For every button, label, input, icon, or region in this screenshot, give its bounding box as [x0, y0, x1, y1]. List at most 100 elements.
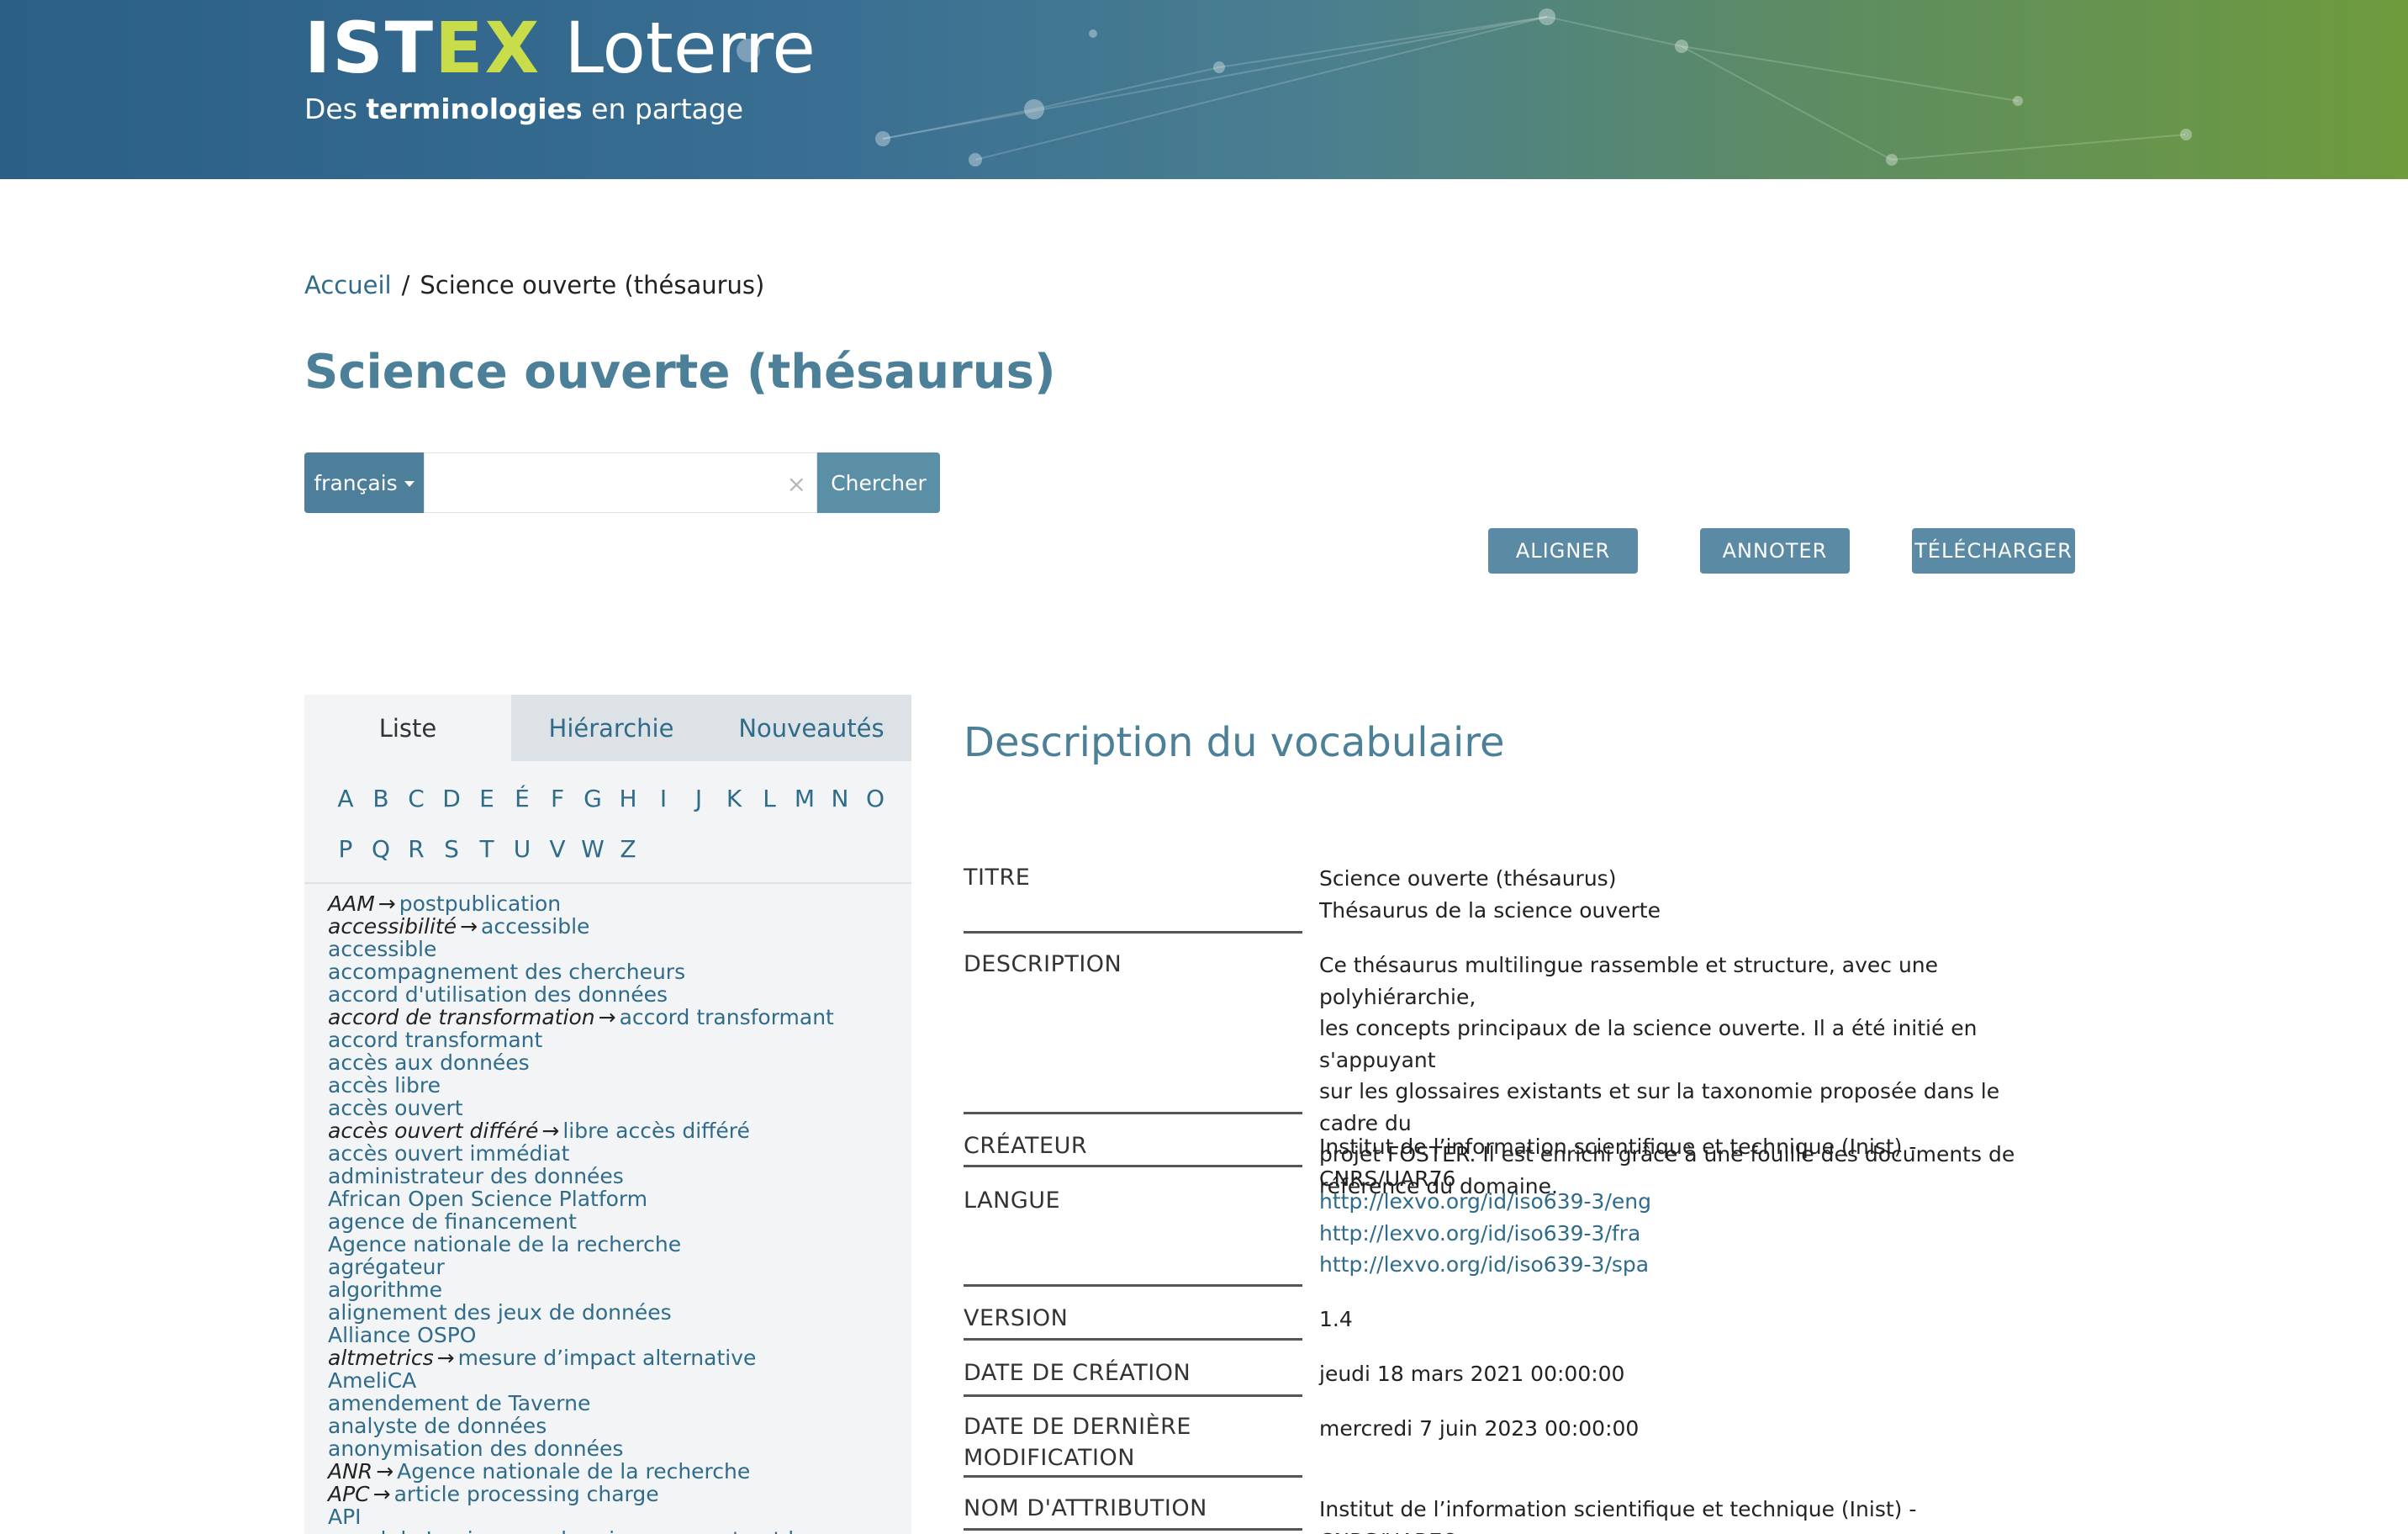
- letter-link[interactable]: Q: [363, 835, 399, 863]
- term-link[interactable]: accessible: [481, 914, 589, 939]
- breadcrumb-current: Science ouverte (thésaurus): [420, 271, 765, 299]
- term-link[interactable]: administrateur des données: [328, 1164, 624, 1188]
- download-button[interactable]: TÉLÉCHARGER: [1912, 528, 2075, 574]
- letter-link[interactable]: B: [363, 785, 399, 812]
- term-link[interactable]: API: [328, 1505, 362, 1529]
- term-link[interactable]: alignement des jeux de données: [328, 1300, 672, 1325]
- letter-link[interactable]: F: [540, 785, 575, 812]
- language-link-fra[interactable]: http://lexvo.org/id/iso639-3/fra: [1319, 1218, 2042, 1250]
- tab-liste[interactable]: Liste: [304, 695, 511, 761]
- letter-link[interactable]: N: [822, 785, 858, 812]
- property-divider: [964, 1475, 1302, 1478]
- align-button[interactable]: ALIGNER: [1488, 528, 1638, 574]
- term-link[interactable]: accès ouvert immédiat: [328, 1141, 569, 1166]
- arrow-right-icon: →: [598, 1005, 616, 1029]
- value-line: les concepts principaux de la science ou…: [1319, 1016, 1978, 1072]
- list-item: accès ouvert différé → libre accès différé: [328, 1119, 911, 1142]
- term-link[interactable]: amendement de Taverne: [328, 1391, 590, 1415]
- letter-link[interactable]: T: [469, 835, 504, 863]
- letter-link[interactable]: I: [646, 785, 681, 812]
- language-link-eng[interactable]: http://lexvo.org/id/iso639-3/eng: [1319, 1186, 2042, 1218]
- language-dropdown-label: français: [314, 470, 398, 495]
- term-link[interactable]: article processing charge: [394, 1482, 659, 1506]
- letter-link[interactable]: A: [328, 785, 363, 812]
- alphabet-row-1: ABCDEÉFGHIJKLMNO: [328, 773, 893, 823]
- letter-link[interactable]: J: [681, 785, 716, 812]
- tagline-post: en partage: [591, 93, 743, 125]
- term-link[interactable]: African Open Science Platform: [328, 1187, 647, 1211]
- letter-link[interactable]: É: [504, 785, 540, 812]
- property-value: Science ouverte (thésaurus) Thésaurus de…: [1319, 863, 2042, 926]
- breadcrumb-home-link[interactable]: Accueil: [304, 271, 392, 299]
- term-link[interactable]: accès libre: [328, 1073, 441, 1098]
- language-link-spa[interactable]: http://lexvo.org/id/iso639-3/spa: [1319, 1249, 2042, 1281]
- term-link[interactable]: agrégateur: [328, 1255, 445, 1279]
- caret-down-icon: [404, 481, 415, 487]
- letter-link[interactable]: C: [399, 785, 434, 812]
- term-link[interactable]: AmeliCA: [328, 1368, 416, 1393]
- letter-link[interactable]: D: [434, 785, 469, 812]
- term-link[interactable]: accompagnement des chercheurs: [328, 960, 685, 984]
- list-item: amendement de Taverne: [328, 1392, 911, 1415]
- arrow-right-icon: →: [460, 914, 478, 939]
- term-link[interactable]: mesure d’impact alternative: [458, 1346, 757, 1370]
- search-button[interactable]: Chercher: [817, 452, 940, 513]
- letter-link[interactable]: O: [858, 785, 893, 812]
- term-link[interactable]: accord d'utilisation des données: [328, 982, 668, 1007]
- property-divider: [964, 1338, 1302, 1341]
- letter-link[interactable]: K: [716, 785, 752, 812]
- list-item: accès libre: [328, 1074, 911, 1097]
- breadcrumb: Accueil / Science ouverte (thésaurus): [304, 271, 764, 299]
- term-link[interactable]: Alliance OSPO: [328, 1323, 476, 1347]
- letter-link[interactable]: R: [399, 835, 434, 863]
- tab-hierarchie[interactable]: Hiérarchie: [511, 695, 711, 761]
- annotate-button[interactable]: ANNOTER: [1700, 528, 1850, 574]
- search-input[interactable]: [425, 453, 816, 512]
- letter-link[interactable]: H: [610, 785, 646, 812]
- alternative-label: ANR: [328, 1459, 373, 1484]
- property-label: NOM D'ATTRIBUTION: [964, 1495, 1207, 1521]
- list-item: AAM → postpublication: [328, 892, 911, 915]
- letter-link[interactable]: V: [540, 835, 575, 863]
- alternative-label: accord de transformation: [328, 1005, 595, 1029]
- term-link[interactable]: accès ouvert: [328, 1096, 463, 1120]
- letter-link[interactable]: M: [787, 785, 822, 812]
- term-link[interactable]: Agence nationale de la recherche: [397, 1459, 750, 1484]
- breadcrumb-separator: /: [401, 271, 410, 299]
- term-link[interactable]: postpublication: [399, 891, 561, 916]
- list-item: accessibilité → accessible: [328, 915, 911, 938]
- property-value: 1.4: [1319, 1307, 1353, 1331]
- letter-link[interactable]: S: [434, 835, 469, 863]
- list-item: API: [328, 1505, 911, 1528]
- clear-icon[interactable]: ×: [787, 470, 806, 498]
- letter-link[interactable]: E: [469, 785, 504, 812]
- term-link[interactable]: Agence nationale de la recherche: [328, 1232, 681, 1256]
- term-link[interactable]: libre accès différé: [562, 1119, 750, 1143]
- description-heading: Description du vocabulaire: [964, 719, 1505, 766]
- letter-link[interactable]: L: [752, 785, 787, 812]
- letter-link[interactable]: G: [575, 785, 610, 812]
- property-label: CRÉATEUR: [964, 1133, 1088, 1159]
- term-link[interactable]: accord transformant: [328, 1028, 542, 1052]
- term-link[interactable]: agence de financement: [328, 1209, 577, 1234]
- letter-link[interactable]: W: [575, 835, 610, 863]
- property-value: jeudi 18 mars 2021 00:00:00: [1319, 1362, 1625, 1386]
- term-link[interactable]: algorithme: [328, 1277, 442, 1302]
- letter-link[interactable]: Z: [610, 835, 646, 863]
- property-divider: [964, 1165, 1302, 1167]
- term-link[interactable]: accessible: [328, 937, 436, 961]
- letter-link[interactable]: P: [328, 835, 363, 863]
- term-link[interactable]: appel de Jussieu pour la science ouverte…: [328, 1527, 807, 1534]
- letter-link[interactable]: U: [504, 835, 540, 863]
- term-link[interactable]: analyste de données: [328, 1414, 547, 1438]
- label-line: DATE DE DERNIÈRE: [964, 1414, 1191, 1440]
- tab-nouveautes[interactable]: Nouveautés: [711, 695, 911, 761]
- language-dropdown[interactable]: français: [304, 452, 424, 513]
- site-logo[interactable]: IST EX Loterre Des terminologies en partag…: [304, 7, 816, 125]
- term-link[interactable]: anonymisation des données: [328, 1436, 623, 1461]
- term-link[interactable]: accord transformant: [620, 1005, 834, 1029]
- logo-ist-text: IST: [304, 7, 436, 89]
- term-link[interactable]: accès aux données: [328, 1050, 530, 1075]
- property-label: LANGUE: [964, 1188, 1061, 1214]
- property-label: DATE DE DERNIÈRE MODIFICATION: [964, 1411, 1302, 1473]
